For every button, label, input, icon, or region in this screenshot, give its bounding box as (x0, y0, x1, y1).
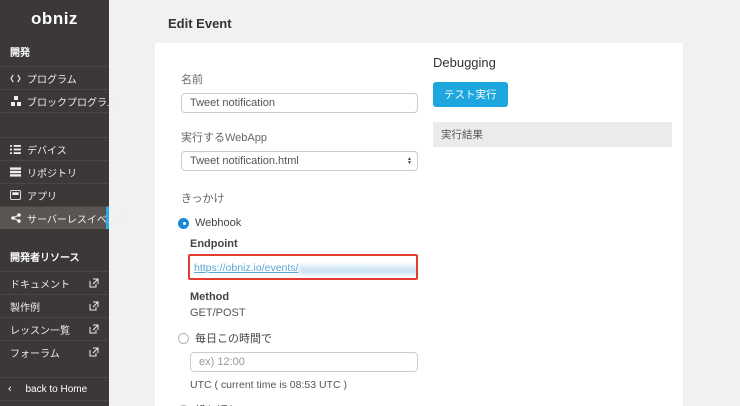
sidebar-item-label: デバイス (27, 142, 67, 157)
sidebar: obniz 開発 プログラム ブロックプログラム デバイス リポジトリ アプリ (0, 0, 109, 406)
sidebar-section-resources: 開発者リソース (0, 243, 109, 271)
sidebar-item-app[interactable]: アプリ (0, 183, 109, 206)
sidebar-item-label: フォーラム (10, 345, 60, 360)
endpoint-highlight-box: https://obniz.io/events/xxxxxxxxxxxxxxxx… (188, 254, 418, 280)
sidebar-item-label: リポジトリ (27, 165, 77, 180)
endpoint-url-link[interactable]: https://obniz.io/events/xxxxxxxxxxxxxxxx… (194, 262, 418, 274)
test-run-button[interactable]: テスト実行 (433, 82, 508, 107)
sidebar-item-label: アプリ (27, 188, 57, 203)
daily-time-input[interactable] (190, 352, 418, 372)
external-link-icon (88, 278, 99, 289)
daily-time-radio-label: 毎日この時間で (195, 330, 272, 346)
sidebar-item-forum[interactable]: フォーラム (0, 340, 109, 363)
result-header: 実行結果 (433, 122, 672, 147)
endpoint-label: Endpoint (190, 238, 418, 250)
sidebar-item-block-program[interactable]: ブロックプログラム (0, 89, 109, 112)
sidebar-item-label: 製作例 (10, 299, 40, 314)
daily-time-radio[interactable] (178, 333, 189, 344)
blocks-icon (10, 96, 21, 107)
webhook-radio-label: Webhook (195, 217, 241, 229)
sidebar-item-serverless-event[interactable]: サーバーレスイベント (0, 206, 109, 229)
sidebar-item-program[interactable]: プログラム (0, 66, 109, 89)
webapp-select-value: Tweet notification.html (190, 155, 407, 167)
utc-note: UTC ( current time is 08:53 UTC ) (190, 379, 418, 391)
debugging-title: Debugging (433, 55, 672, 70)
event-form: 名前 実行するWebApp Tweet notification.html ▲▼… (181, 71, 418, 406)
back-to-home-button[interactable]: ‹ back to Home (0, 377, 109, 401)
serverless-icon (10, 213, 21, 224)
daily-time-radio-row[interactable]: 毎日この時間で (178, 330, 418, 346)
sidebar-item-label: プログラム (27, 71, 77, 86)
code-icon (10, 73, 21, 84)
repository-icon (10, 167, 21, 178)
external-link-icon (88, 324, 99, 335)
debugging-panel: Debugging テスト実行 実行結果 (433, 51, 672, 406)
method-label: Method (190, 291, 418, 303)
webapp-select[interactable]: Tweet notification.html ▲▼ (181, 151, 418, 171)
main-content: Edit Event 名前 実行するWebApp Tweet notificat… (109, 0, 740, 406)
external-link-icon (88, 301, 99, 312)
sidebar-item-label: ブロックプログラム (27, 94, 117, 109)
app-icon (10, 190, 21, 201)
back-to-home-label: back to Home (12, 384, 101, 395)
webapp-label: 実行するWebApp (181, 129, 418, 145)
sidebar-item-lessons[interactable]: レッスン一覧 (0, 317, 109, 340)
sidebar-item-repository[interactable]: リポジトリ (0, 160, 109, 183)
obniz-logo: obniz (31, 9, 78, 29)
name-input[interactable] (181, 93, 418, 113)
webhook-radio-row[interactable]: Webhook (178, 217, 418, 229)
sidebar-spacer (0, 112, 109, 137)
method-value: GET/POST (190, 307, 418, 319)
sidebar-item-examples[interactable]: 製作例 (0, 294, 109, 317)
device-list-icon (10, 144, 21, 155)
name-label: 名前 (181, 71, 418, 87)
sidebar-item-label: レッスン一覧 (10, 322, 70, 337)
repeat-radio-label: 繰り返し (195, 402, 239, 406)
logo-row[interactable]: obniz (0, 0, 109, 38)
sidebar-section-development: 開発 (0, 38, 109, 66)
edit-event-card: 名前 実行するWebApp Tweet notification.html ▲▼… (155, 43, 683, 406)
repeat-radio-row[interactable]: 繰り返し (178, 402, 418, 406)
sidebar-item-label: ドキュメント (10, 276, 70, 291)
daily-time-details: UTC ( current time is 08:53 UTC ) (190, 352, 418, 391)
webhook-radio[interactable] (178, 218, 189, 229)
page-title: Edit Event (109, 0, 740, 43)
select-stepper-icon: ▲▼ (407, 157, 412, 165)
sidebar-item-device[interactable]: デバイス (0, 137, 109, 160)
webhook-details: Endpoint https://obniz.io/events/xxxxxxx… (190, 238, 418, 319)
sidebar-item-document[interactable]: ドキュメント (0, 271, 109, 294)
endpoint-masked-token: xxxxxxxxxxxxxxxxxxxxxxxxxxxxxx (298, 262, 418, 274)
external-link-icon (88, 347, 99, 358)
trigger-label: きっかけ (181, 190, 418, 206)
